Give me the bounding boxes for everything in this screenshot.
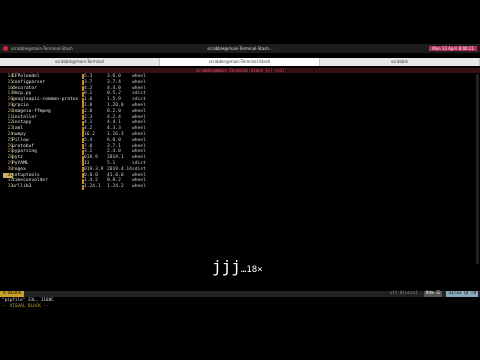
window-title: scrabble@main-Terminal-Stash... [207,46,273,51]
tab-1[interactable]: scrabble@main-Terminal-Stash [160,58,320,66]
version-latest: 1.24.2 [107,184,124,190]
command-line-message: "pipfile" 33L, 1188C [2,298,54,303]
keystroke-count: …18× [240,265,263,275]
keystroke-text: jjj [212,257,241,276]
tab-2[interactable]: scrabble [320,58,480,66]
status-line: V-BLOCK utf-8[unix] 94% ☰ 31/33 ㏑ :9 [0,291,480,297]
top-right-group: Mon 13 April 8:00:21 [429,46,477,51]
command-line[interactable]: "pipfile" 33L, 1188C -- VISUAL BLOCK -- [2,298,54,309]
percent-indicator: 94% ☰ [423,291,442,297]
version-installed: 1.24.1 [84,184,101,190]
clock[interactable]: Mon 13 April 8:00:21 [429,46,477,51]
package-type: wheel [132,184,146,190]
file-content[interactable]: 14 EFPoleodel 5.3 3.6.0 wheel 15 configparser 3… [0,74,480,190]
scrollbar[interactable] [476,74,479,264]
command-line-mode: -- VISUAL BLOCK -- [2,303,49,309]
terminal-tab-bar: scrabble@main-Terminal scrabble@main-Ter… [0,58,480,66]
keystroke-overlay: jjj…18× [212,257,263,276]
table-row[interactable]: 33 urllib3 1.24.1 1.24.2 wheel [0,184,480,190]
system-top-bar: scrabble@main-Terminal-Stash scrabble@ma… [0,44,480,53]
package-name: urllib3 [12,184,32,190]
mode-indicator: V-BLOCK [0,291,25,297]
buffer-title: scrabble@main-Terminal-Stash [+] (+1) [0,68,480,73]
tab-0[interactable]: scrabble@main-Terminal [0,58,160,66]
encoding-indicator: utf-8[unix] [389,291,418,296]
position-indicator: 31/33 ㏑ :9 [446,291,478,297]
